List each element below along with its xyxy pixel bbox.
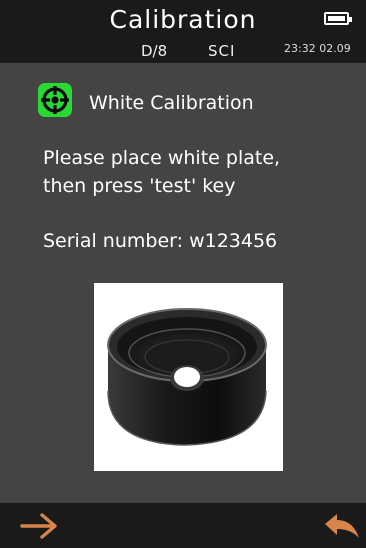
calibration-plate-drawing	[107, 308, 267, 446]
header-bar: Calibration D/8 SCI 23:32 02.09	[0, 0, 366, 63]
measurement-geometry: D/8	[141, 42, 168, 60]
right-arrow-icon[interactable]	[20, 511, 60, 541]
white-calibration-icon	[38, 83, 72, 117]
instruction-text: Please place white plate, then press 'te…	[43, 147, 281, 197]
serial-number: Serial number: w123456	[43, 230, 278, 252]
return-arrow-icon[interactable]	[323, 511, 361, 541]
battery-icon	[324, 12, 352, 25]
calibration-screen: Calibration D/8 SCI 23:32 02.09 White Ca…	[0, 0, 366, 548]
section-title: White Calibration	[89, 92, 254, 114]
page-title: Calibration	[109, 5, 257, 34]
clock: 23:32 02.09	[284, 42, 351, 55]
measurement-mode: SCI	[208, 42, 236, 60]
white-calibration-plate-image	[94, 283, 283, 471]
